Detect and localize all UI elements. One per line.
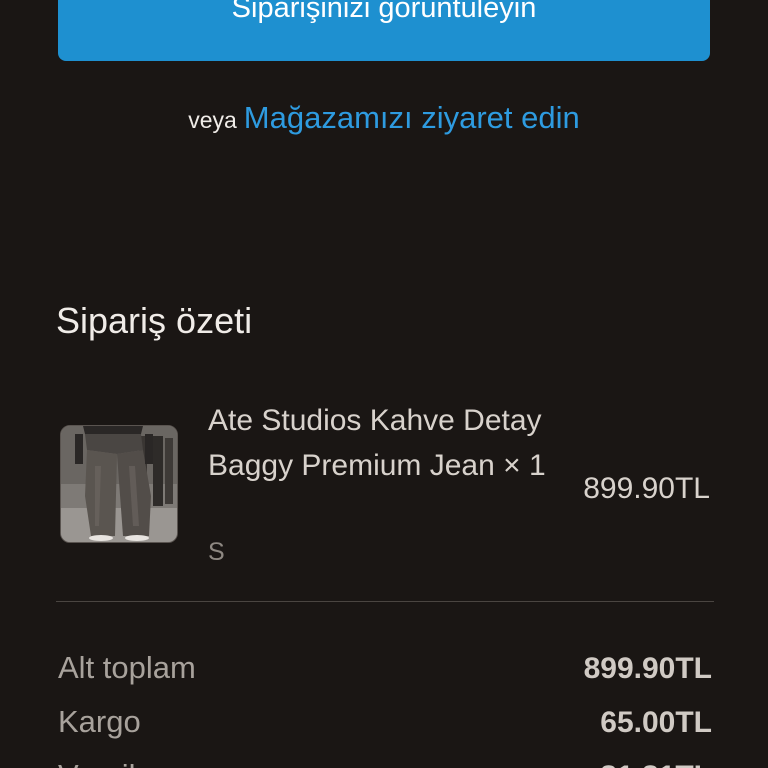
shipping-value: 65.00TL <box>600 706 712 739</box>
view-order-button[interactable]: Siparişinizi görüntüleyin <box>58 0 710 61</box>
or-text: veya <box>188 107 237 133</box>
product-image <box>60 425 178 543</box>
product-variant: S <box>208 538 225 566</box>
jeans-product-photo-icon <box>61 426 177 542</box>
tax-value: 81.81TL <box>600 760 712 768</box>
order-summary-title: Sipariş özeti <box>56 300 253 341</box>
alternative-action: veya Mağazamızı ziyaret edin <box>0 100 768 138</box>
subtotal-label: Alt toplam <box>58 650 196 685</box>
subtotal-row: Alt toplam 899.90TL <box>58 650 712 686</box>
product-price: 899.90TL <box>583 472 710 505</box>
subtotal-value: 899.90TL <box>583 652 712 685</box>
product-name: Ate Studios Kahve Detay Baggy Premium Je… <box>208 404 546 482</box>
tax-label: Vergiler <box>58 758 163 768</box>
shipping-label: Kargo <box>58 704 141 739</box>
summary-divider <box>56 601 714 602</box>
view-order-label: Siparişinizi görüntüleyin <box>231 0 537 24</box>
visit-store-link[interactable]: Mağazamızı ziyaret edin <box>244 100 580 135</box>
shipping-row: Kargo 65.00TL <box>58 704 712 740</box>
tax-row: Vergiler 81.81TL <box>58 758 712 768</box>
